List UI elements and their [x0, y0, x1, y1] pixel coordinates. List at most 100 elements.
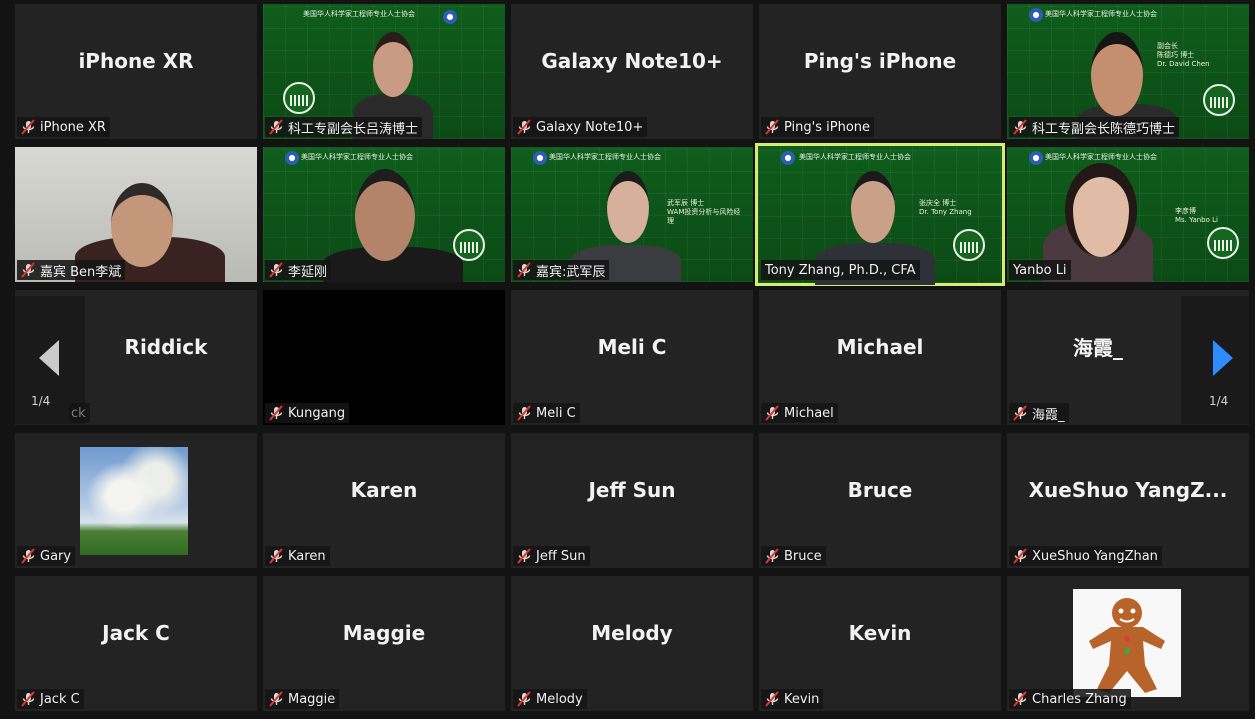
participant-name-label: Maggie — [265, 689, 340, 709]
participant-tile-melody[interactable]: Melody Melody — [511, 576, 753, 711]
participant-name-label: Melody — [513, 689, 587, 709]
participant-tile-kevin[interactable]: Kevin Kevin — [759, 576, 1001, 711]
speaker-face — [111, 183, 173, 267]
participant-display-name: Riddick — [124, 334, 208, 359]
video-banner-text: 美国华人科学家工程师专业人士协会 — [1045, 10, 1157, 18]
participant-tile-bruce[interactable]: Bruce Bruce — [759, 433, 1001, 568]
participant-display-name: Jack C — [102, 620, 170, 645]
muted-mic-icon — [19, 262, 37, 278]
muted-mic-icon — [515, 691, 533, 707]
speaker-face — [373, 32, 413, 97]
participant-name-label: 科工专副会长陈德巧博士 — [1009, 117, 1180, 137]
participant-display-name: Galaxy Note10+ — [541, 48, 723, 73]
participant-name-label: 李延刚 — [265, 260, 332, 280]
participant-name-label: Gary — [17, 546, 76, 566]
arrow-left-icon — [39, 340, 59, 376]
participant-display-name: Michael — [836, 334, 924, 359]
speaker-face — [851, 171, 895, 243]
participant-tile-chen-deqiao[interactable]: 美国华人科学家工程师专业人士协会 副会长 陈德巧 博士 Dr. David Ch… — [1007, 4, 1249, 139]
participant-display-name: Ping's iPhone — [803, 48, 957, 73]
arrow-right-icon — [1213, 340, 1233, 376]
video-banner-text: 美国华人科学家工程师专业人士协会 — [1045, 153, 1157, 161]
gingerbread-man-icon — [1089, 598, 1165, 693]
muted-mic-icon — [267, 119, 285, 135]
speaker-title-card: 李彦博 Ms. Yanbo Li — [1175, 207, 1218, 224]
participant-tile-iphone-xr[interactable]: iPhone XR iPhone XR — [15, 4, 257, 139]
participant-tile-michael[interactable]: Michael Michael — [759, 290, 1001, 425]
participant-tile-maggie[interactable]: Maggie Maggie — [263, 576, 505, 711]
participant-name-label: Ping's iPhone — [761, 117, 875, 137]
participant-tile-ben-li[interactable]: 嘉宾 Ben李斌 — [15, 147, 257, 282]
participant-display-name: 海霞_ — [1073, 336, 1123, 360]
video-banner-text: 美国华人科学家工程师专业人士协会 — [799, 153, 911, 161]
association-logo-icon — [1029, 151, 1043, 165]
participant-name-label: 嘉宾 Ben李斌 — [17, 260, 126, 280]
skyline-logo-icon — [283, 82, 315, 114]
association-logo-icon — [533, 151, 547, 165]
muted-mic-icon — [1011, 405, 1029, 421]
participant-name-label: Michael — [761, 403, 838, 423]
participant-tile-lu-tao[interactable]: 美国华人科学家工程师专业人士协会 科工专副会长吕涛博士 — [263, 4, 505, 139]
video-gallery: iPhone XR iPhone XR 美国华人科学家工程师专业人士协会 科工专… — [0, 0, 1255, 719]
video-banner-text: 美国华人科学家工程师专业人士协会 — [549, 153, 661, 161]
participant-tile-pings-iphone[interactable]: Ping's iPhone Ping's iPhone — [759, 4, 1001, 139]
muted-mic-icon — [1011, 119, 1029, 135]
participant-name-label: 海霞_ — [1009, 403, 1069, 423]
participant-display-name: Melody — [591, 620, 673, 645]
muted-mic-icon — [1011, 548, 1029, 564]
muted-mic-icon — [19, 691, 37, 707]
participant-name-label: iPhone XR — [17, 117, 110, 137]
participant-name-label: Bruce — [761, 546, 826, 566]
participant-display-name: Bruce — [847, 477, 913, 502]
muted-mic-icon — [515, 262, 533, 278]
participant-tile-wu-junchen[interactable]: 美国华人科学家工程师专业人士协会 武军辰 博士 WAM投资分析与风险经理 嘉宾:… — [511, 147, 753, 282]
participant-name-label: Yanbo Li — [1009, 260, 1071, 280]
association-logo-icon — [781, 151, 795, 165]
participant-tile-galaxy-note10[interactable]: Galaxy Note10+ Galaxy Note10+ — [511, 4, 753, 139]
participant-tile-tony-zhang-active-speaker[interactable]: 美国华人科学家工程师专业人士协会 张庆全 博士 Dr. Tony Zhang T… — [755, 143, 1005, 286]
participant-tile-karen[interactable]: Karen Karen — [263, 433, 505, 568]
participant-display-name: iPhone XR — [78, 48, 194, 73]
previous-page-button[interactable]: 1/4 — [15, 296, 85, 424]
speaker-face — [1065, 163, 1137, 257]
participant-tile-meli-c[interactable]: Meli C Meli C — [511, 290, 753, 425]
muted-mic-icon — [515, 405, 533, 421]
muted-mic-icon — [267, 548, 285, 564]
muted-mic-icon — [267, 405, 285, 421]
speaker-title-card: 张庆全 博士 Dr. Tony Zhang — [919, 199, 972, 216]
video-banner-text: 美国华人科学家工程师专业人士协会 — [303, 10, 415, 18]
participant-name-label: Jeff Sun — [513, 546, 590, 566]
muted-mic-icon — [763, 119, 781, 135]
speaker-title-card: 副会长 陈德巧 博士 Dr. David Chen — [1157, 42, 1210, 68]
participant-tile-kungang[interactable]: Kungang — [263, 290, 505, 425]
association-logo-icon — [443, 10, 457, 24]
participant-tile-jack-c[interactable]: Jack C Jack C — [15, 576, 257, 711]
muted-mic-icon — [1011, 691, 1029, 707]
muted-mic-icon — [267, 691, 285, 707]
page-indicator-right: 1/4 — [1209, 394, 1229, 408]
video-banner-text: 美国华人科学家工程师专业人士协会 — [301, 153, 413, 161]
participant-tile-gary[interactable]: Gary — [15, 433, 257, 568]
participant-tile-charles-zhang[interactable]: Charles Zhang — [1007, 576, 1249, 711]
muted-mic-icon — [515, 548, 533, 564]
participant-name-label: 科工专副会长吕涛博士 — [265, 117, 423, 137]
skyline-logo-icon — [1207, 227, 1239, 259]
participant-name-label: Meli C — [513, 403, 580, 423]
speaker-face — [1091, 32, 1143, 116]
speaker-face — [355, 169, 415, 261]
skyline-logo-icon — [1203, 84, 1235, 116]
participant-tile-jeff-sun[interactable]: Jeff Sun Jeff Sun — [511, 433, 753, 568]
participant-tile-xueshuo-yangzhan[interactable]: XueShuo YangZ... XueShuo YangZhan — [1007, 433, 1249, 568]
speaker-title-card: 武军辰 博士 WAM投资分析与风险经理 — [667, 199, 741, 225]
muted-mic-icon — [19, 119, 37, 135]
participant-name-label: 嘉宾:武军辰 — [513, 260, 610, 280]
muted-mic-icon — [515, 119, 533, 135]
next-page-button[interactable]: 1/4 — [1181, 296, 1255, 424]
participant-display-name: XueShuo YangZ... — [1028, 477, 1228, 502]
participant-tile-yanbo-li[interactable]: 美国华人科学家工程师专业人士协会 李彦博 Ms. Yanbo Li Yanbo … — [1007, 147, 1249, 282]
participant-display-name: Karen — [350, 477, 418, 502]
association-logo-icon — [285, 151, 299, 165]
participant-tile-li-yangang[interactable]: 美国华人科学家工程师专业人士协会 李延刚 — [263, 147, 505, 282]
muted-mic-icon — [19, 548, 37, 564]
participant-name-label: Kevin — [761, 689, 824, 709]
